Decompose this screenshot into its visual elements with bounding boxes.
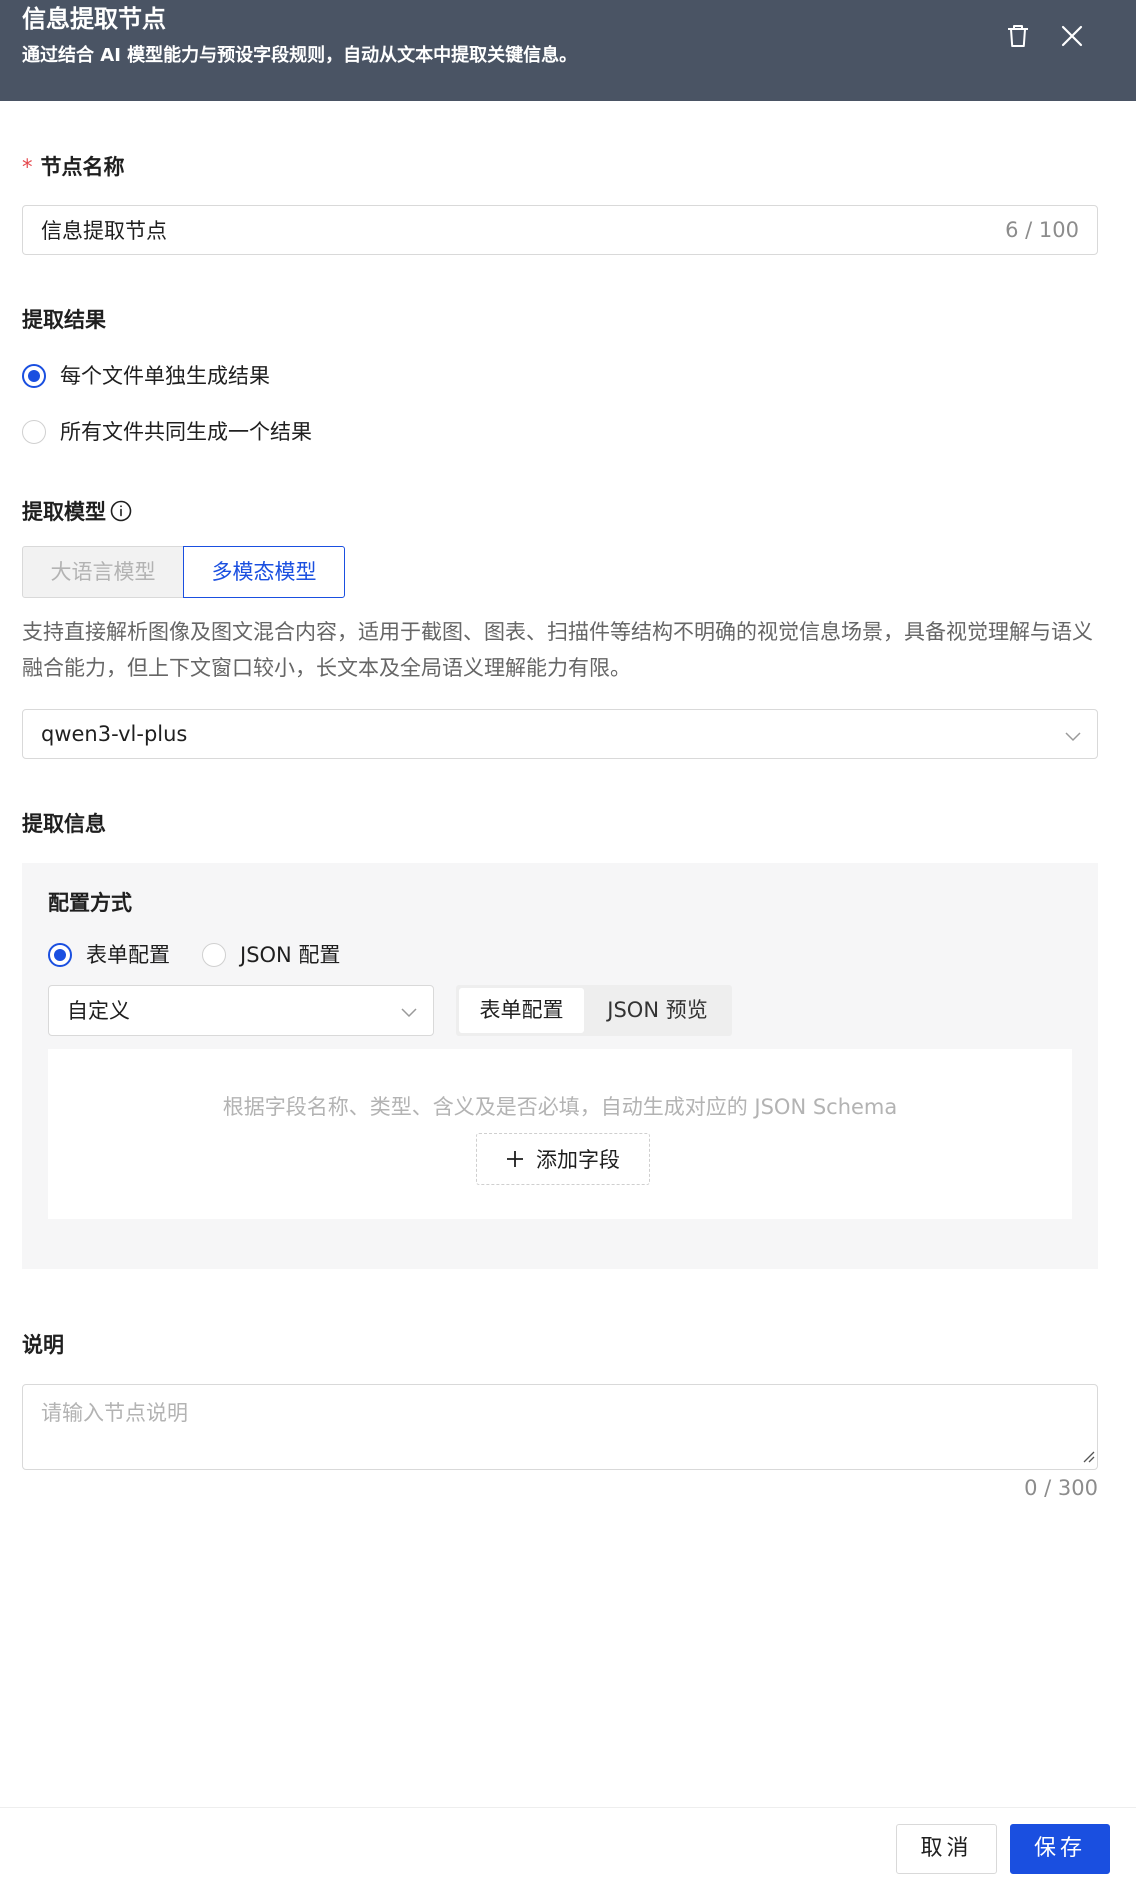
extract-model-label-text: 提取模型	[22, 500, 106, 524]
close-button[interactable]	[1056, 22, 1088, 54]
delete-button[interactable]	[1002, 22, 1034, 54]
node-name-input[interactable]	[23, 206, 983, 254]
radio-label: JSON 配置	[240, 943, 341, 967]
tab-json-preview[interactable]: JSON 预览	[586, 988, 729, 1033]
radio-label: 每个文件单独生成结果	[60, 364, 270, 388]
add-field-button[interactable]: 添加字段	[476, 1133, 650, 1185]
fields-hint: 根据字段名称、类型、含义及是否必填，自动生成对应的 JSON Schema	[222, 1095, 898, 1119]
footer-divider	[0, 1807, 1136, 1808]
radio-each-file[interactable]: 每个文件单独生成结果	[22, 362, 270, 390]
info-icon[interactable]	[110, 500, 132, 529]
description-field	[22, 1384, 1098, 1470]
panel-header: 信息提取节点 通过结合 AI 模型能力与预设字段规则，自动从文本中提取关键信息。	[0, 0, 1136, 101]
radio-form-config[interactable]: 表单配置	[48, 941, 170, 969]
model-description: 支持直接解析图像及图文混合内容，适用于截图、图表、扫描件等结构不明确的视觉信息场…	[22, 620, 1093, 680]
model-select[interactable]: qwen3-vl-plus	[22, 709, 1098, 759]
node-name-char-count: 6 / 100	[1005, 218, 1079, 242]
extract-model-label: 提取模型	[22, 498, 132, 529]
save-button[interactable]: 保存	[1010, 1824, 1110, 1874]
add-field-label: 添加字段	[536, 1148, 620, 1172]
extract-info-label: 提取信息	[22, 812, 106, 836]
node-name-field: 6 / 100	[22, 205, 1098, 255]
radio-indicator	[202, 943, 226, 967]
cancel-button[interactable]: 取消	[896, 1824, 997, 1874]
radio-all-files[interactable]: 所有文件共同生成一个结果	[22, 418, 312, 446]
radio-indicator	[48, 943, 72, 967]
schema-select[interactable]: 自定义	[48, 985, 434, 1036]
config-method-label: 配置方式	[48, 891, 132, 915]
close-icon	[1061, 25, 1083, 51]
panel-title: 信息提取节点	[22, 5, 166, 33]
info-extraction-node-panel: 信息提取节点 通过结合 AI 模型能力与预设字段规则，自动从文本中提取关键信息。…	[0, 0, 1136, 1878]
fields-area: 根据字段名称、类型、含义及是否必填，自动生成对应的 JSON Schema 添加…	[48, 1049, 1072, 1219]
radio-indicator	[22, 420, 46, 444]
panel-subtitle: 通过结合 AI 模型能力与预设字段规则，自动从文本中提取关键信息。	[22, 45, 578, 66]
radio-label: 所有文件共同生成一个结果	[60, 420, 312, 444]
tab-form-view[interactable]: 表单配置	[459, 988, 584, 1033]
view-toggle: 表单配置 JSON 预览	[456, 985, 732, 1036]
description-char-count: 0 / 300	[1024, 1476, 1098, 1500]
model-select-value: qwen3-vl-plus	[41, 722, 188, 746]
trash-icon	[1007, 24, 1029, 52]
node-name-label-text: 节点名称	[40, 155, 125, 179]
tab-llm[interactable]: 大语言模型	[22, 546, 184, 598]
radio-label: 表单配置	[86, 943, 170, 967]
extract-info-box: 配置方式 表单配置 JSON 配置 自定义 表单配置 JSON 预览 根据字段名…	[22, 863, 1098, 1269]
chevron-down-icon	[1065, 727, 1081, 746]
description-textarea[interactable]	[23, 1385, 1097, 1469]
description-label: 说明	[22, 1333, 64, 1357]
plus-icon	[506, 1150, 524, 1168]
required-mark: *	[22, 155, 33, 179]
tab-multimodal[interactable]: 多模态模型	[183, 546, 345, 598]
schema-select-value: 自定义	[67, 999, 130, 1023]
radio-json-config[interactable]: JSON 配置	[202, 941, 340, 969]
node-name-label: * 节点名称	[22, 153, 125, 181]
radio-indicator	[22, 364, 46, 388]
resize-handle-icon[interactable]	[1081, 1448, 1095, 1467]
chevron-down-icon	[401, 1003, 417, 1022]
extract-result-label: 提取结果	[22, 308, 106, 332]
